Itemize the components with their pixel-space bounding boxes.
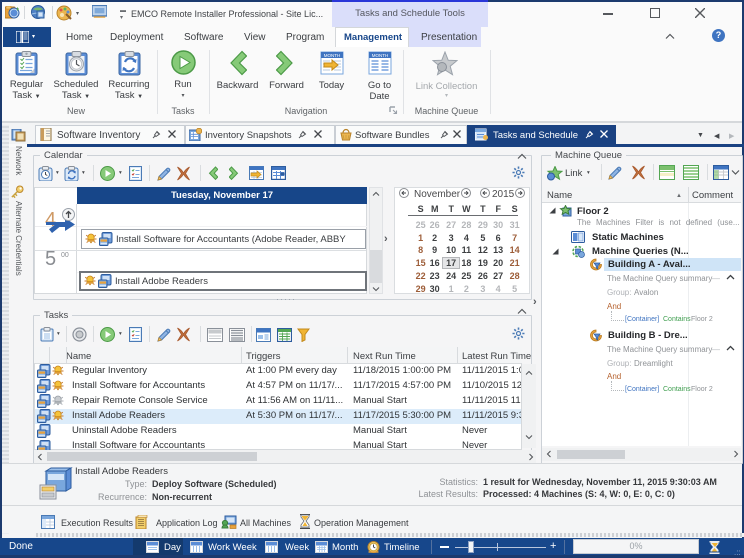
svg-text:MONTH: MONTH: [324, 53, 341, 58]
svg-text:MONTH: MONTH: [372, 53, 389, 58]
